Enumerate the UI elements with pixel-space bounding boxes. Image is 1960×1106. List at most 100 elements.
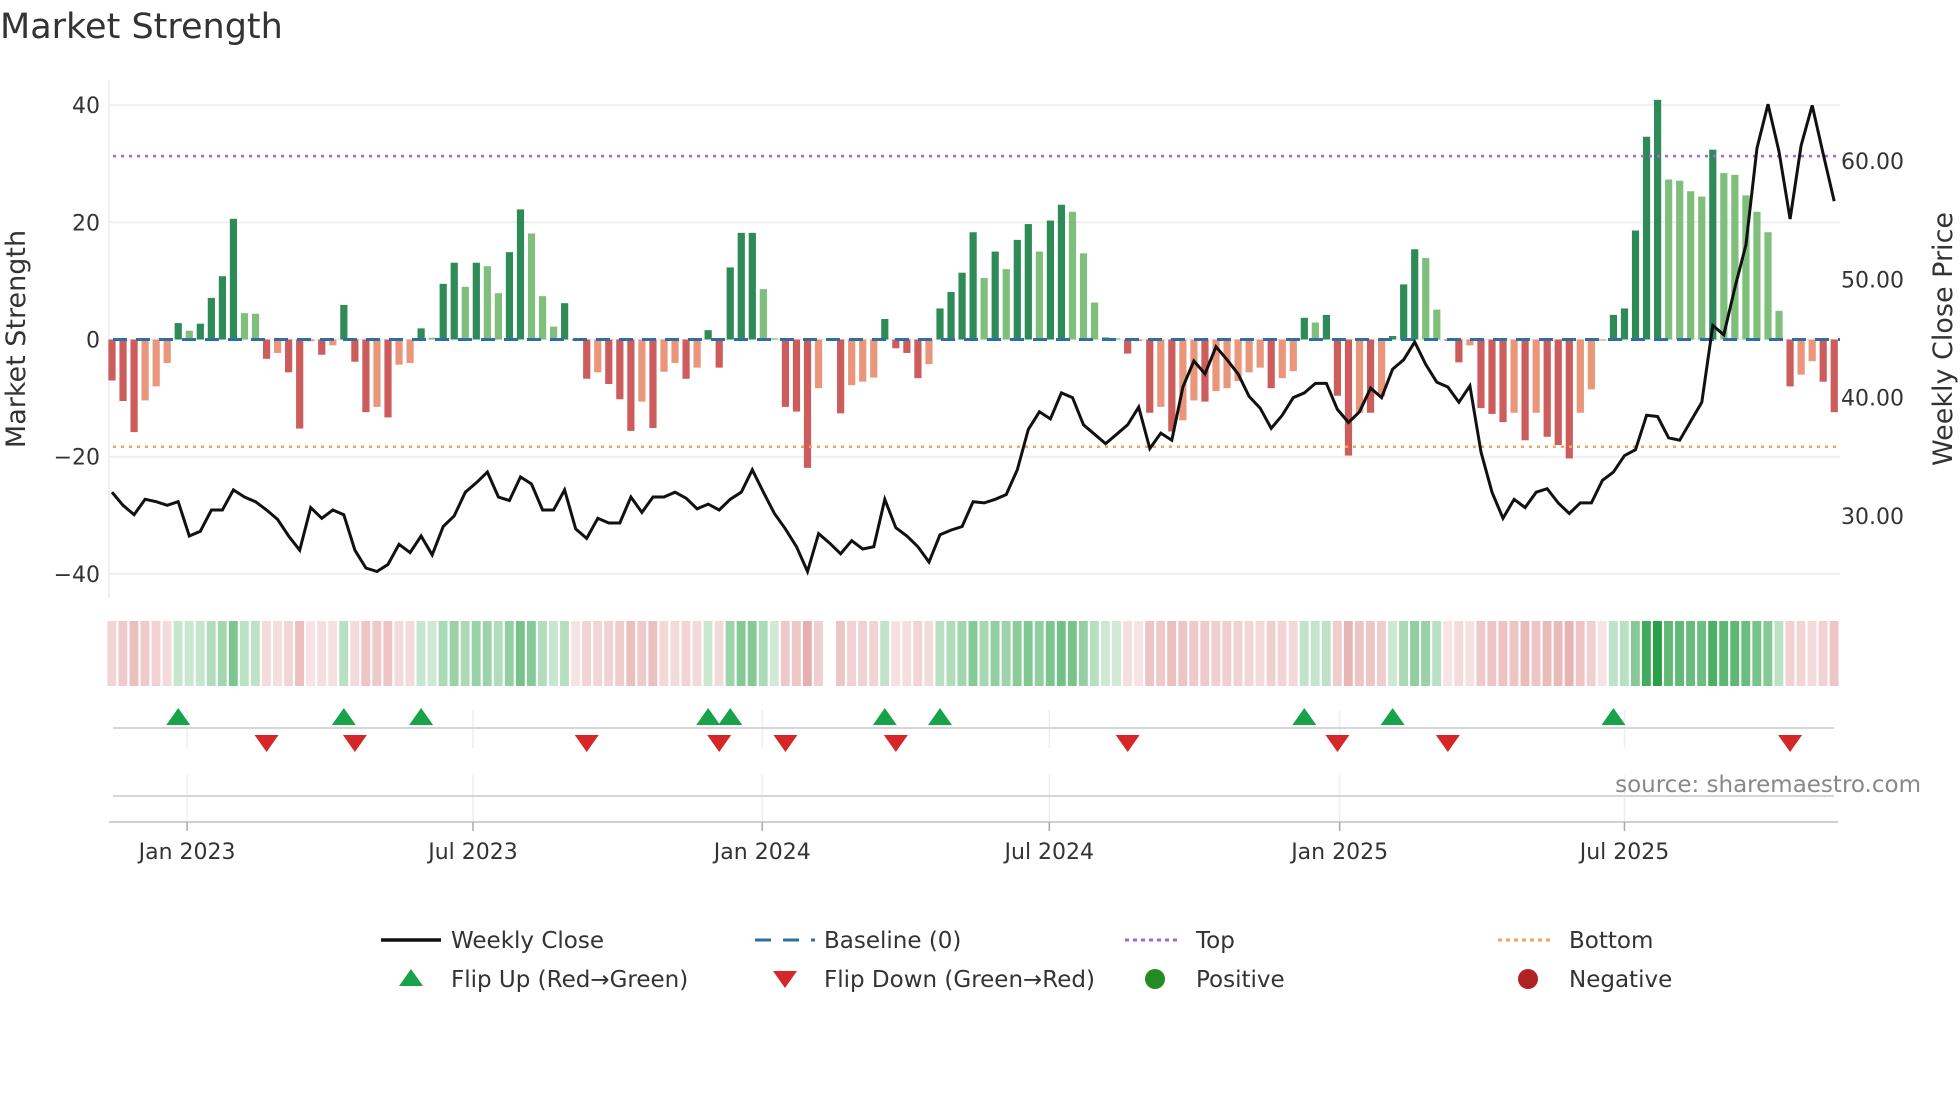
strength-bar <box>903 339 911 353</box>
heat-strip-cell <box>504 621 514 686</box>
strength-bar <box>870 339 878 378</box>
heat-strip-cell <box>1089 621 1099 686</box>
heat-strip-cell <box>1796 621 1806 686</box>
heat-strip-cell <box>1410 621 1420 686</box>
strength-bar <box>318 339 326 355</box>
y2-tick-label: 30.00 <box>1841 505 1904 530</box>
y-tick-label: −20 <box>54 446 100 471</box>
strength-bar <box>483 266 491 340</box>
strength-bar <box>428 337 436 340</box>
strength-bar <box>704 330 712 340</box>
heat-strip-cell <box>747 621 757 686</box>
heat-strip-cell <box>284 621 293 686</box>
heat-strip-cell <box>1741 621 1751 686</box>
heat-strip-cell <box>1509 621 1519 686</box>
strength-bar <box>1587 339 1595 390</box>
strength-bar <box>1808 339 1816 362</box>
heat-strip-cell <box>1708 621 1718 686</box>
y2-tick-label: 60.00 <box>1841 150 1904 175</box>
heat-strip-cell <box>1476 621 1486 686</box>
heat-strip-cell <box>1608 621 1618 686</box>
heat-strip-cell <box>261 621 271 686</box>
strength-bar <box>1488 339 1496 414</box>
strength-bar <box>163 339 171 363</box>
strength-bar <box>693 339 701 368</box>
strength-bar <box>505 252 514 340</box>
strength-bar <box>1433 309 1441 340</box>
strength-bar <box>1609 314 1618 340</box>
heat-strip-cell <box>1829 621 1839 686</box>
strength-bar <box>251 313 260 340</box>
strength-bar <box>737 232 745 340</box>
heat-strip-cell <box>604 621 614 686</box>
heat-strip-cell <box>1818 621 1828 686</box>
strength-bar <box>1267 339 1275 389</box>
strength-bar <box>274 339 282 353</box>
heat-strip-cell <box>1189 621 1199 686</box>
strength-bar <box>1576 339 1584 413</box>
heat-strip-cell <box>1432 621 1442 686</box>
heat-strip-cell <box>1023 621 1033 686</box>
heat-strip-cell <box>427 621 437 686</box>
heat-strip-cell <box>1123 621 1132 686</box>
heat-strip-cell <box>217 621 227 686</box>
heat-strip-cell <box>151 621 161 686</box>
strength-bar <box>1046 220 1054 340</box>
heat-strip-cell <box>979 621 989 686</box>
legend-triangle-down-icon <box>773 971 797 988</box>
flip-down-marker <box>707 735 732 752</box>
y-tick-label: 20 <box>72 211 100 236</box>
strength-bar <box>958 272 966 340</box>
heat-strip-cell <box>549 621 558 686</box>
strength-bar <box>119 339 127 402</box>
x-tick-label: Jul 2025 <box>1578 840 1670 865</box>
heat-strip-cell <box>957 621 967 686</box>
strength-bar <box>914 339 922 379</box>
heat-strip-cell <box>780 621 790 686</box>
heat-strip-cell <box>394 621 404 686</box>
heat-strip-cell <box>990 621 1000 686</box>
heat-strip-cell <box>659 621 669 686</box>
heat-strip-cell <box>869 621 879 686</box>
strength-bar <box>340 304 348 340</box>
heat-strip-cell <box>162 621 172 686</box>
heat-strip-cell <box>526 621 536 686</box>
heat-strip-cell <box>1365 621 1375 686</box>
heat-strip-cell <box>317 621 327 686</box>
heat-strip-cell <box>1785 621 1795 686</box>
heat-strip-cell <box>328 621 338 686</box>
flip-down-marker <box>574 735 599 752</box>
flip-down-marker <box>342 735 367 752</box>
strength-bar <box>792 339 801 412</box>
flip-up-marker <box>409 708 434 725</box>
y2-tick-label: 50.00 <box>1841 268 1904 293</box>
heat-strip-cell <box>1321 621 1331 686</box>
strength-bar <box>1775 310 1783 340</box>
heat-strip-cell <box>1675 621 1684 686</box>
heat-strip-cell <box>449 621 459 686</box>
flip-up-marker <box>928 708 952 725</box>
heat-strip-cell <box>1377 621 1386 686</box>
strength-bar <box>1002 269 1010 340</box>
heat-strip-cell <box>758 621 768 686</box>
heat-strip-cell <box>1575 621 1585 686</box>
heat-strip-cell <box>902 621 912 686</box>
flip-up-marker <box>872 708 897 725</box>
flip-up-marker <box>718 708 743 725</box>
heat-strip-cell <box>107 621 117 686</box>
strength-bar <box>1543 339 1551 437</box>
strength-bar <box>561 303 569 340</box>
heat-strip-cell <box>913 621 923 686</box>
y-axis-label: Market Strength <box>1 230 32 448</box>
heat-strip-cell <box>1288 621 1298 686</box>
strength-bar <box>1797 339 1805 375</box>
heat-strip-cell <box>836 621 845 686</box>
heat-strip-cell <box>438 621 448 686</box>
strength-bar <box>660 339 668 372</box>
heat-strip-cell <box>1045 621 1055 686</box>
heat-strip-cell <box>802 621 812 686</box>
heat-strip-cell <box>405 621 415 686</box>
legend-positive-icon <box>1145 969 1165 989</box>
heat-strip-cell <box>295 621 304 686</box>
strength-bar <box>1731 174 1739 340</box>
